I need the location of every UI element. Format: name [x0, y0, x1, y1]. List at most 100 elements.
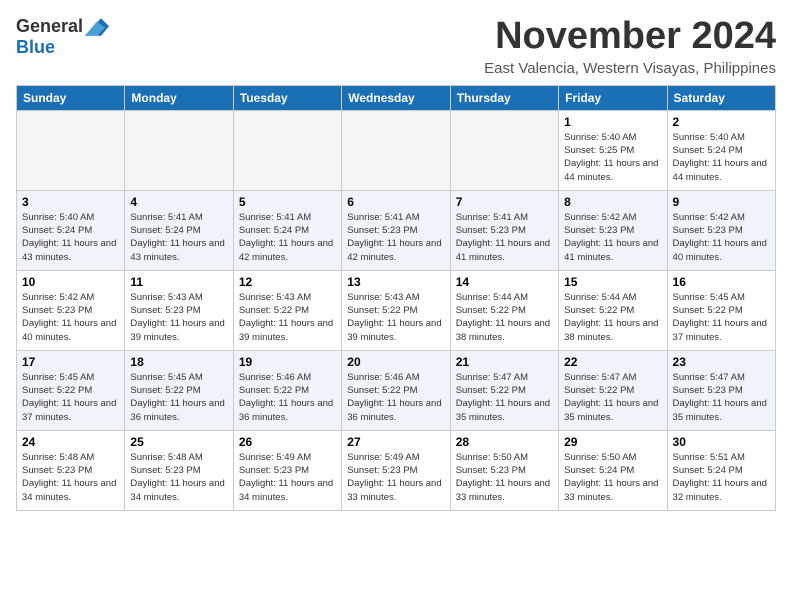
- calendar-day-cell: 15 Sunrise: 5:44 AM Sunset: 5:22 PM Dayli…: [559, 270, 667, 350]
- day-info: Sunrise: 5:41 AM Sunset: 5:24 PM Dayligh…: [239, 211, 336, 264]
- day-number: 20: [347, 355, 444, 369]
- day-number: 8: [564, 195, 661, 209]
- calendar-day-cell: 19 Sunrise: 5:46 AM Sunset: 5:22 PM Dayli…: [233, 350, 341, 430]
- calendar-day-cell: 27 Sunrise: 5:49 AM Sunset: 5:23 PM Dayli…: [342, 430, 450, 510]
- day-number: 25: [130, 435, 227, 449]
- day-info: Sunrise: 5:45 AM Sunset: 5:22 PM Dayligh…: [22, 371, 119, 424]
- day-number: 2: [673, 115, 770, 129]
- day-info: Sunrise: 5:47 AM Sunset: 5:22 PM Dayligh…: [564, 371, 661, 424]
- day-info: Sunrise: 5:47 AM Sunset: 5:22 PM Dayligh…: [456, 371, 553, 424]
- day-number: 10: [22, 275, 119, 289]
- calendar-day-cell: [450, 110, 558, 190]
- calendar-day-cell: 7 Sunrise: 5:41 AM Sunset: 5:23 PM Daylig…: [450, 190, 558, 270]
- day-number: 6: [347, 195, 444, 209]
- weekday-header: Monday: [125, 85, 233, 110]
- logo: General Blue: [16, 16, 109, 58]
- calendar-day-cell: 21 Sunrise: 5:47 AM Sunset: 5:22 PM Dayli…: [450, 350, 558, 430]
- calendar-day-cell: 17 Sunrise: 5:45 AM Sunset: 5:22 PM Dayli…: [17, 350, 125, 430]
- day-number: 13: [347, 275, 444, 289]
- calendar-week-row: 1 Sunrise: 5:40 AM Sunset: 5:25 PM Daylig…: [17, 110, 776, 190]
- weekday-header: Sunday: [17, 85, 125, 110]
- calendar-day-cell: 4 Sunrise: 5:41 AM Sunset: 5:24 PM Daylig…: [125, 190, 233, 270]
- calendar-week-row: 3Sunrise: 5:40 AM Sunset: 5:24 PM Daylig…: [17, 190, 776, 270]
- calendar-day-cell: 24 Sunrise: 5:48 AM Sunset: 5:23 PM Dayli…: [17, 430, 125, 510]
- calendar-day-cell: 29 Sunrise: 5:50 AM Sunset: 5:24 PM Dayli…: [559, 430, 667, 510]
- day-info: Sunrise: 5:42 AM Sunset: 5:23 PM Dayligh…: [673, 211, 770, 264]
- calendar-day-cell: 13Sunrise: 5:43 AM Sunset: 5:22 PM Dayli…: [342, 270, 450, 350]
- day-info: Sunrise: 5:49 AM Sunset: 5:23 PM Dayligh…: [347, 451, 444, 504]
- day-number: 4: [130, 195, 227, 209]
- day-info: Sunrise: 5:45 AM Sunset: 5:22 PM Dayligh…: [130, 371, 227, 424]
- day-number: 23: [673, 355, 770, 369]
- calendar-day-cell: 16Sunrise: 5:45 AM Sunset: 5:22 PM Dayli…: [667, 270, 775, 350]
- day-info: Sunrise: 5:40 AM Sunset: 5:25 PM Dayligh…: [564, 131, 661, 184]
- calendar-day-cell: 5Sunrise: 5:41 AM Sunset: 5:24 PM Daylig…: [233, 190, 341, 270]
- weekday-header: Friday: [559, 85, 667, 110]
- day-info: Sunrise: 5:50 AM Sunset: 5:24 PM Dayligh…: [564, 451, 661, 504]
- day-info: Sunrise: 5:41 AM Sunset: 5:23 PM Dayligh…: [347, 211, 444, 264]
- day-info: Sunrise: 5:43 AM Sunset: 5:22 PM Dayligh…: [239, 291, 336, 344]
- day-number: 15: [564, 275, 661, 289]
- day-info: Sunrise: 5:40 AM Sunset: 5:24 PM Dayligh…: [22, 211, 119, 264]
- calendar-day-cell: 2 Sunrise: 5:40 AM Sunset: 5:24 PM Daylig…: [667, 110, 775, 190]
- day-number: 30: [673, 435, 770, 449]
- calendar-day-cell: 22 Sunrise: 5:47 AM Sunset: 5:22 PM Dayli…: [559, 350, 667, 430]
- weekday-header: Tuesday: [233, 85, 341, 110]
- logo-blue-text: Blue: [16, 37, 55, 58]
- day-info: Sunrise: 5:46 AM Sunset: 5:22 PM Dayligh…: [239, 371, 336, 424]
- day-number: 27: [347, 435, 444, 449]
- calendar-day-cell: 25Sunrise: 5:48 AM Sunset: 5:23 PM Dayli…: [125, 430, 233, 510]
- weekday-header: Saturday: [667, 85, 775, 110]
- day-number: 19: [239, 355, 336, 369]
- title-section: November 2024 East Valencia, Western Vis…: [484, 16, 776, 77]
- calendar-day-cell: 28Sunrise: 5:50 AM Sunset: 5:23 PM Dayli…: [450, 430, 558, 510]
- day-info: Sunrise: 5:41 AM Sunset: 5:24 PM Dayligh…: [130, 211, 227, 264]
- calendar-day-cell: 23 Sunrise: 5:47 AM Sunset: 5:23 PM Dayli…: [667, 350, 775, 430]
- calendar-day-cell: [125, 110, 233, 190]
- day-info: Sunrise: 5:42 AM Sunset: 5:23 PM Dayligh…: [22, 291, 119, 344]
- weekday-header: Thursday: [450, 85, 558, 110]
- day-info: Sunrise: 5:51 AM Sunset: 5:24 PM Dayligh…: [673, 451, 770, 504]
- calendar-day-cell: 1 Sunrise: 5:40 AM Sunset: 5:25 PM Daylig…: [559, 110, 667, 190]
- calendar-day-cell: 30 Sunrise: 5:51 AM Sunset: 5:24 PM Dayli…: [667, 430, 775, 510]
- weekday-header-row: SundayMondayTuesdayWednesdayThursdayFrid…: [17, 85, 776, 110]
- day-number: 24: [22, 435, 119, 449]
- calendar-week-row: 10 Sunrise: 5:42 AM Sunset: 5:23 PM Dayli…: [17, 270, 776, 350]
- day-number: 7: [456, 195, 553, 209]
- calendar-day-cell: 11Sunrise: 5:43 AM Sunset: 5:23 PM Dayli…: [125, 270, 233, 350]
- day-info: Sunrise: 5:41 AM Sunset: 5:23 PM Dayligh…: [456, 211, 553, 264]
- day-number: 18: [130, 355, 227, 369]
- page-header: General Blue November 2024 East Valencia…: [16, 16, 776, 77]
- logo-general-text: General: [16, 16, 83, 37]
- calendar-day-cell: 10 Sunrise: 5:42 AM Sunset: 5:23 PM Dayli…: [17, 270, 125, 350]
- calendar-day-cell: 6 Sunrise: 5:41 AM Sunset: 5:23 PM Daylig…: [342, 190, 450, 270]
- day-number: 1: [564, 115, 661, 129]
- calendar-day-cell: 18 Sunrise: 5:45 AM Sunset: 5:22 PM Dayli…: [125, 350, 233, 430]
- calendar-week-row: 24 Sunrise: 5:48 AM Sunset: 5:23 PM Dayli…: [17, 430, 776, 510]
- calendar-day-cell: 9 Sunrise: 5:42 AM Sunset: 5:23 PM Daylig…: [667, 190, 775, 270]
- day-info: Sunrise: 5:43 AM Sunset: 5:23 PM Dayligh…: [130, 291, 227, 344]
- day-info: Sunrise: 5:47 AM Sunset: 5:23 PM Dayligh…: [673, 371, 770, 424]
- day-number: 9: [673, 195, 770, 209]
- calendar-day-cell: 3Sunrise: 5:40 AM Sunset: 5:24 PM Daylig…: [17, 190, 125, 270]
- day-number: 22: [564, 355, 661, 369]
- day-info: Sunrise: 5:44 AM Sunset: 5:22 PM Dayligh…: [564, 291, 661, 344]
- day-info: Sunrise: 5:45 AM Sunset: 5:22 PM Dayligh…: [673, 291, 770, 344]
- day-number: 21: [456, 355, 553, 369]
- day-info: Sunrise: 5:40 AM Sunset: 5:24 PM Dayligh…: [673, 131, 770, 184]
- day-number: 17: [22, 355, 119, 369]
- calendar-day-cell: [17, 110, 125, 190]
- day-info: Sunrise: 5:50 AM Sunset: 5:23 PM Dayligh…: [456, 451, 553, 504]
- calendar-day-cell: [342, 110, 450, 190]
- day-info: Sunrise: 5:49 AM Sunset: 5:23 PM Dayligh…: [239, 451, 336, 504]
- weekday-header: Wednesday: [342, 85, 450, 110]
- calendar-day-cell: 8 Sunrise: 5:42 AM Sunset: 5:23 PM Daylig…: [559, 190, 667, 270]
- day-number: 14: [456, 275, 553, 289]
- day-number: 29: [564, 435, 661, 449]
- month-title: November 2024: [484, 16, 776, 58]
- calendar-day-cell: 20Sunrise: 5:46 AM Sunset: 5:22 PM Dayli…: [342, 350, 450, 430]
- day-info: Sunrise: 5:48 AM Sunset: 5:23 PM Dayligh…: [22, 451, 119, 504]
- logo-icon: [85, 18, 109, 36]
- day-info: Sunrise: 5:44 AM Sunset: 5:22 PM Dayligh…: [456, 291, 553, 344]
- day-info: Sunrise: 5:42 AM Sunset: 5:23 PM Dayligh…: [564, 211, 661, 264]
